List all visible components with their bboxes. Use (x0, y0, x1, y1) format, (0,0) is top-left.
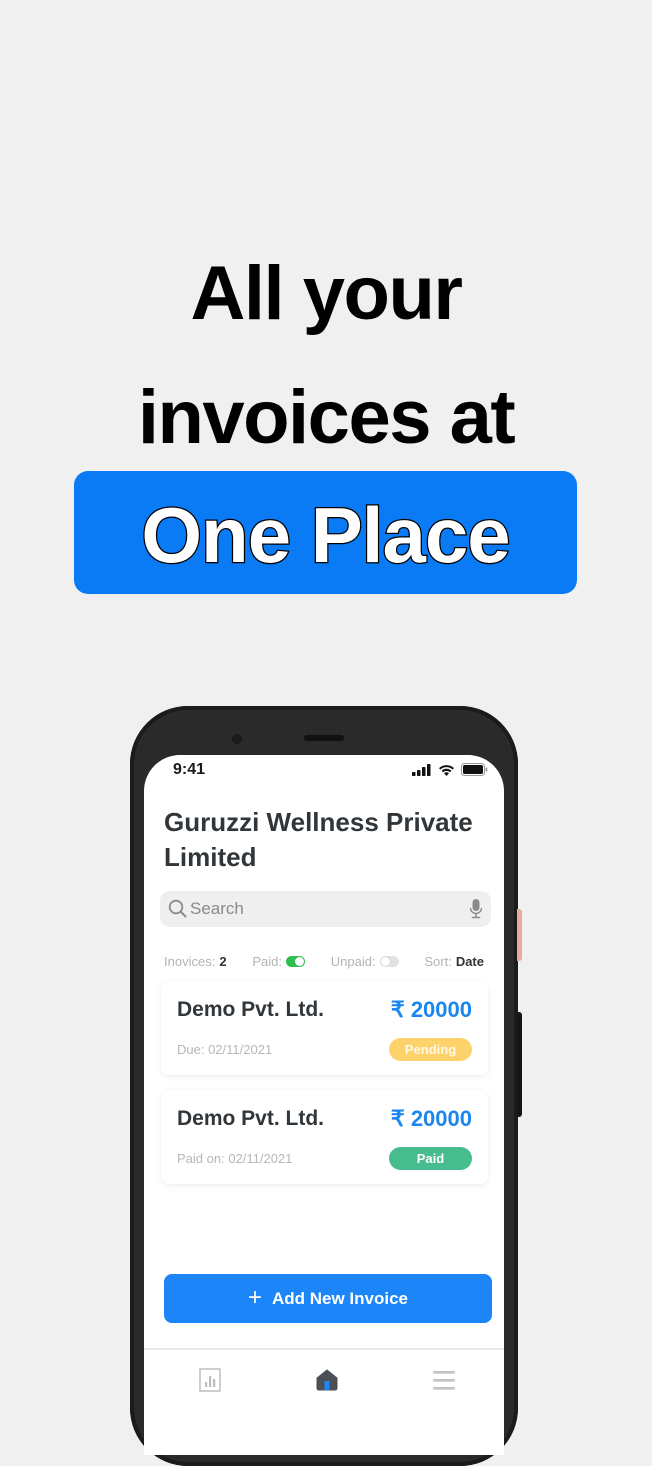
bottom-tab-bar (144, 1348, 504, 1455)
tab-home[interactable] (312, 1367, 342, 1397)
headline-line-1: All your (190, 251, 463, 336)
unpaid-toggle[interactable] (379, 955, 399, 967)
search-bar[interactable] (160, 891, 491, 927)
tab-reports[interactable] (195, 1367, 225, 1397)
status-time: 9:41 (173, 761, 206, 778)
home-icon (316, 1369, 338, 1396)
app-screen: 9:41 Guruzzi Wellness Private Limited Se… (144, 755, 504, 1455)
phone-speaker (304, 735, 344, 741)
company-name: Guruzzi Wellness Private Limited (164, 807, 473, 872)
microphone-icon[interactable] (469, 898, 483, 925)
tab-menu[interactable] (429, 1367, 459, 1397)
invoice-count: Inovices: 2 (164, 954, 227, 969)
invoice-amount: ₹ 20000 (390, 997, 472, 1022)
invoice-date: Paid on: 02/11/2021 (177, 1151, 293, 1166)
unpaid-label: Unpaid: (330, 953, 376, 969)
hamburger-menu-icon (432, 1369, 456, 1396)
status-bar: 9:41 (144, 755, 504, 785)
sort-control[interactable]: Sort: Date (424, 954, 484, 969)
plus-icon: + (247, 1283, 262, 1311)
paid-toggle[interactable] (285, 955, 305, 967)
sort-label: Sort: (424, 953, 452, 969)
battery-icon (461, 763, 488, 781)
paid-label: Paid: (252, 953, 282, 969)
highlight-text: One Place (140, 490, 512, 579)
filter-row: Inovices: 2 Paid: Unpaid: Sort: Date (164, 953, 484, 969)
search-input[interactable] (190, 891, 460, 927)
status-badge: Pending (389, 1038, 472, 1061)
invoice-client: Demo Pvt. Ltd. (177, 998, 325, 1021)
invoice-card[interactable]: Demo Pvt. Ltd. ₹ 20000 Due: 02/11/2021 P… (161, 981, 488, 1075)
invoice-date: Due: 02/11/2021 (177, 1042, 273, 1057)
invoice-card[interactable]: Demo Pvt. Ltd. ₹ 20000 Paid on: 02/11/20… (161, 1090, 488, 1184)
phone-power-button (517, 1012, 522, 1117)
invoice-amount: ₹ 20000 (390, 1106, 472, 1131)
invoice-client: Demo Pvt. Ltd. (177, 1107, 325, 1130)
paid-filter: Paid: (252, 954, 305, 969)
unpaid-filter: Unpaid: (331, 954, 399, 969)
headline-line-2: invoices at (137, 375, 516, 460)
invoices-label: Inovices: (164, 953, 216, 969)
add-new-invoice-button[interactable]: + Add New Invoice (164, 1274, 492, 1323)
phone-camera (232, 734, 242, 744)
bar-chart-icon (199, 1367, 221, 1397)
wifi-icon (438, 763, 455, 781)
add-new-invoice-label: Add New Invoice (271, 1288, 409, 1308)
search-icon (168, 899, 188, 924)
cellular-signal-icon (412, 763, 432, 781)
status-badge: Paid (389, 1147, 472, 1170)
invoices-count-value: 2 (219, 953, 227, 969)
phone-side-button (517, 909, 522, 961)
sort-value[interactable]: Date (456, 954, 484, 969)
highlight-banner: One Place (74, 471, 577, 594)
